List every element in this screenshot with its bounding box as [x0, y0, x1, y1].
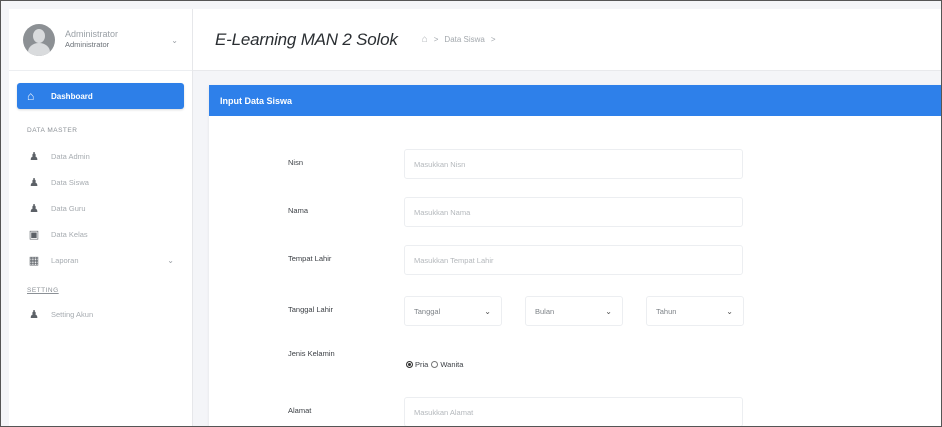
- tahun-select[interactable]: Tahun ⌄: [646, 296, 744, 326]
- chevron-down-icon[interactable]: ⌄: [171, 36, 178, 45]
- form-row-tanggal-lahir: Tanggal Lahir Tanggal ⌄ Bulan ⌄ Tahun ⌄: [209, 296, 941, 326]
- sidebar-item-dashboard[interactable]: ⌂ Dashboard: [17, 83, 184, 109]
- sidebar-item-label: Data Guru: [51, 203, 86, 213]
- sidebar-item-label: Setting Akun: [51, 309, 94, 319]
- alamat-input[interactable]: [404, 397, 743, 426]
- radio-wanita[interactable]: [431, 361, 439, 368]
- user-plus-icon: ♟: [29, 150, 39, 163]
- radio-wanita-label: Wanita: [440, 360, 464, 369]
- form-row-nama: Nama: [209, 197, 941, 227]
- sidebar-item-data-siswa[interactable]: ♟ Data Siswa: [9, 169, 192, 195]
- bulan-select[interactable]: Bulan ⌄: [525, 296, 623, 326]
- gender-radio-group: Pria Wanita: [406, 360, 466, 369]
- tanggal-lahir-label: Tanggal Lahir: [288, 305, 334, 314]
- form-row-nisn: Nisn: [209, 149, 941, 179]
- breadcrumb: ⌂ > Data Siswa >: [422, 34, 502, 45]
- table-icon: ▦: [28, 254, 40, 267]
- user-plus-icon: ♟: [29, 202, 39, 215]
- app-brand: E-Learning MAN 2 Solok: [215, 29, 398, 49]
- sidebar-item-data-admin[interactable]: ♟ Data Admin: [9, 143, 192, 169]
- user-profile[interactable]: Administrator Administrator ⌄: [9, 9, 192, 71]
- radio-pria-label: Pria: [415, 360, 429, 369]
- sidebar-item-label: Laporan: [51, 255, 79, 265]
- sidebar-item-setting-akun[interactable]: ♟ Setting Akun: [9, 301, 192, 327]
- bulan-select-value: Bulan: [535, 306, 555, 316]
- breadcrumb-separator: >: [490, 35, 496, 44]
- chevron-down-icon: ⌄: [484, 306, 491, 316]
- sidebar-item-data-kelas[interactable]: ▣ Data Kelas: [9, 221, 192, 247]
- user-plus-icon: ♟: [29, 176, 39, 189]
- tanggal-select-value: Tanggal: [414, 306, 441, 316]
- top-header: E-Learning MAN 2 Solok ⌂ > Data Siswa >: [193, 9, 941, 71]
- breadcrumb-separator: >: [433, 35, 439, 44]
- save-icon: ▣: [28, 228, 40, 241]
- tanggal-select[interactable]: Tanggal ⌄: [404, 296, 502, 326]
- form-row-jenis-kelamin: Jenis Kelamin Pria Wanita: [209, 340, 941, 370]
- home-icon: ⌂: [27, 89, 35, 103]
- form-row-alamat: Alamat: [209, 397, 941, 426]
- tempat-lahir-input[interactable]: [404, 245, 743, 275]
- profile-name: Administrator: [65, 29, 119, 40]
- sidebar-item-label: Data Siswa: [51, 177, 89, 187]
- chevron-down-icon: ⌄: [726, 306, 733, 316]
- nama-input[interactable]: [404, 197, 743, 227]
- avatar: [23, 23, 55, 56]
- chevron-down-icon: ⌄: [605, 306, 612, 316]
- nama-label: Nama: [288, 206, 309, 215]
- alamat-label: Alamat: [288, 406, 312, 415]
- jenis-kelamin-label: Jenis Kelamin: [288, 349, 335, 358]
- form-row-tempat-lahir: Tempat Lahir: [209, 245, 941, 275]
- section-label-data-master: DATA MASTER: [27, 127, 78, 134]
- tempat-lahir-label: Tempat Lahir: [288, 254, 332, 263]
- breadcrumb-item[interactable]: Data Siswa: [444, 35, 484, 44]
- input-siswa-card: Input Data Siswa Nisn Nama Tempat Lahir …: [209, 85, 941, 426]
- sidebar-item-data-guru[interactable]: ♟ Data Guru: [9, 195, 192, 221]
- sidebar: Administrator Administrator ⌄ ⌂ Dashboar…: [9, 9, 193, 426]
- home-icon[interactable]: ⌂: [422, 34, 428, 45]
- tahun-select-value: Tahun: [656, 306, 677, 316]
- app-window: Administrator Administrator ⌄ ⌂ Dashboar…: [0, 0, 942, 427]
- nisn-input[interactable]: [404, 149, 743, 179]
- sidebar-item-label: Data Kelas: [51, 229, 88, 239]
- sidebar-item-laporan[interactable]: ▦ Laporan ⌄: [9, 247, 192, 273]
- card-title: Input Data Siswa: [209, 85, 941, 116]
- radio-pria[interactable]: [406, 361, 413, 368]
- profile-role: Administrator: [65, 40, 110, 50]
- section-label-setting: SETTING: [27, 287, 59, 294]
- nisn-label: Nisn: [288, 158, 304, 167]
- sidebar-item-label: Dashboard: [51, 91, 93, 101]
- sidebar-item-label: Data Admin: [51, 151, 90, 161]
- user-icon: ♟: [29, 308, 39, 321]
- chevron-down-icon: ⌄: [167, 255, 174, 265]
